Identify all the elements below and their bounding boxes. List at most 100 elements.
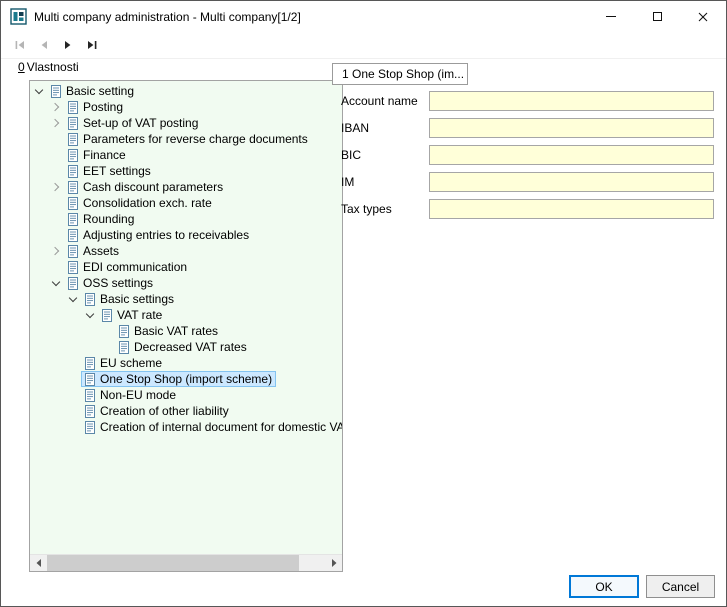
scroll-right-icon [331,559,337,567]
tree-item[interactable]: Adjusting entries to receivables [30,227,342,243]
document-icon [85,389,96,402]
previous-record-icon [38,39,50,51]
tree-item[interactable]: Basic settings [30,291,342,307]
scroll-right-button[interactable] [325,555,342,571]
chevron-icon[interactable] [49,243,64,259]
tree-item[interactable]: VAT rate [30,307,342,323]
tree-item-label: Posting [83,100,123,114]
form-row: Tax types [341,199,714,219]
tree-item-label: VAT rate [117,308,162,322]
horizontal-scrollbar[interactable] [30,554,342,571]
maximize-icon [653,12,662,21]
tree-item[interactable]: One Stop Shop (import scheme) [30,371,342,387]
chevron-icon[interactable] [49,195,64,211]
cancel-button[interactable]: Cancel [646,575,715,598]
tree-item[interactable]: Assets [30,243,342,259]
tree-item[interactable]: OSS settings [30,275,342,291]
tree-item[interactable]: Finance [30,147,342,163]
tree-item[interactable]: Parameters for reverse charge documents [30,131,342,147]
document-icon [68,117,79,130]
last-record-button[interactable] [81,34,103,56]
chevron-icon[interactable] [100,339,115,355]
tree-item[interactable]: Decreased VAT rates [30,339,342,355]
tree-item[interactable]: Consolidation exch. rate [30,195,342,211]
next-record-button[interactable] [57,34,79,56]
field-label: IM [341,175,429,189]
app-icon [10,8,27,25]
tree-item[interactable]: Basic setting [30,83,342,99]
document-icon [68,261,79,274]
last-record-icon [86,39,98,51]
chevron-icon[interactable] [66,291,81,307]
scroll-left-icon [36,559,42,567]
tree-item[interactable]: Creation of internal document for domest… [30,419,342,435]
tree-item[interactable]: Rounding [30,211,342,227]
chevron-icon[interactable] [49,227,64,243]
chevron-icon[interactable] [49,259,64,275]
chevron-icon[interactable] [49,179,64,195]
window-controls [588,1,726,32]
tree-caption: 0Vlastnosti [18,60,79,74]
chevron-icon[interactable] [100,323,115,339]
scrollbar-thumb[interactable] [47,555,299,571]
document-icon [68,165,79,178]
close-button[interactable] [680,1,726,32]
tree-item-label: Parameters for reverse charge documents [83,132,308,146]
tree-item-label: Finance [83,148,126,162]
field-label: BIC [341,148,429,162]
chevron-icon[interactable] [49,131,64,147]
tree-item[interactable]: Basic VAT rates [30,323,342,339]
tree-caption-accelerator: 0 [18,60,25,74]
tree-item[interactable]: Non-EU mode [30,387,342,403]
first-record-button[interactable] [9,34,31,56]
chevron-icon[interactable] [66,403,81,419]
chevron-icon[interactable] [66,355,81,371]
tree-item-label: Cash discount parameters [83,180,223,194]
field-input[interactable] [429,118,714,138]
document-icon [51,85,62,98]
maximize-button[interactable] [634,1,680,32]
field-input[interactable] [429,91,714,111]
chevron-icon[interactable] [49,275,64,291]
minimize-button[interactable] [588,1,634,32]
tree-item-label: EET settings [83,164,151,178]
document-icon [68,229,79,242]
field-label: IBAN [341,121,429,135]
document-icon [68,133,79,146]
chevron-icon[interactable] [66,371,81,387]
tree-item[interactable]: EDI communication [30,259,342,275]
tab-one-stop-shop[interactable]: 1 One Stop Shop (im... [332,63,468,85]
tree-item-label: Adjusting entries to receivables [83,228,249,242]
document-icon [85,405,96,418]
chevron-icon[interactable] [83,307,98,323]
field-input[interactable] [429,145,714,165]
field-input[interactable] [429,172,714,192]
window-title: Multi company administration - Multi com… [34,10,301,24]
tree-item-label: Decreased VAT rates [134,340,247,354]
field-input[interactable] [429,199,714,219]
chevron-icon[interactable] [49,115,64,131]
chevron-icon[interactable] [66,387,81,403]
tree-item[interactable]: Creation of other liability [30,403,342,419]
previous-record-button[interactable] [33,34,55,56]
chevron-icon[interactable] [32,83,47,99]
tree-item-label: OSS settings [83,276,153,290]
field-label: Account name [341,94,429,108]
tree-item[interactable]: Posting [30,99,342,115]
tree-item[interactable]: Cash discount parameters [30,179,342,195]
scroll-left-button[interactable] [30,555,47,571]
chevron-icon[interactable] [66,419,81,435]
chevron-icon[interactable] [49,147,64,163]
document-icon [85,373,96,386]
tree-item-label: Assets [83,244,119,258]
scrollbar-track[interactable] [299,555,325,571]
tree-item[interactable]: EET settings [30,163,342,179]
ok-button[interactable]: OK [569,575,639,598]
chevron-icon[interactable] [49,163,64,179]
document-icon [119,341,130,354]
chevron-icon[interactable] [49,99,64,115]
chevron-icon[interactable] [49,211,64,227]
tree-item[interactable]: EU scheme [30,355,342,371]
tree-item[interactable]: Set-up of VAT posting [30,115,342,131]
document-icon [68,197,79,210]
